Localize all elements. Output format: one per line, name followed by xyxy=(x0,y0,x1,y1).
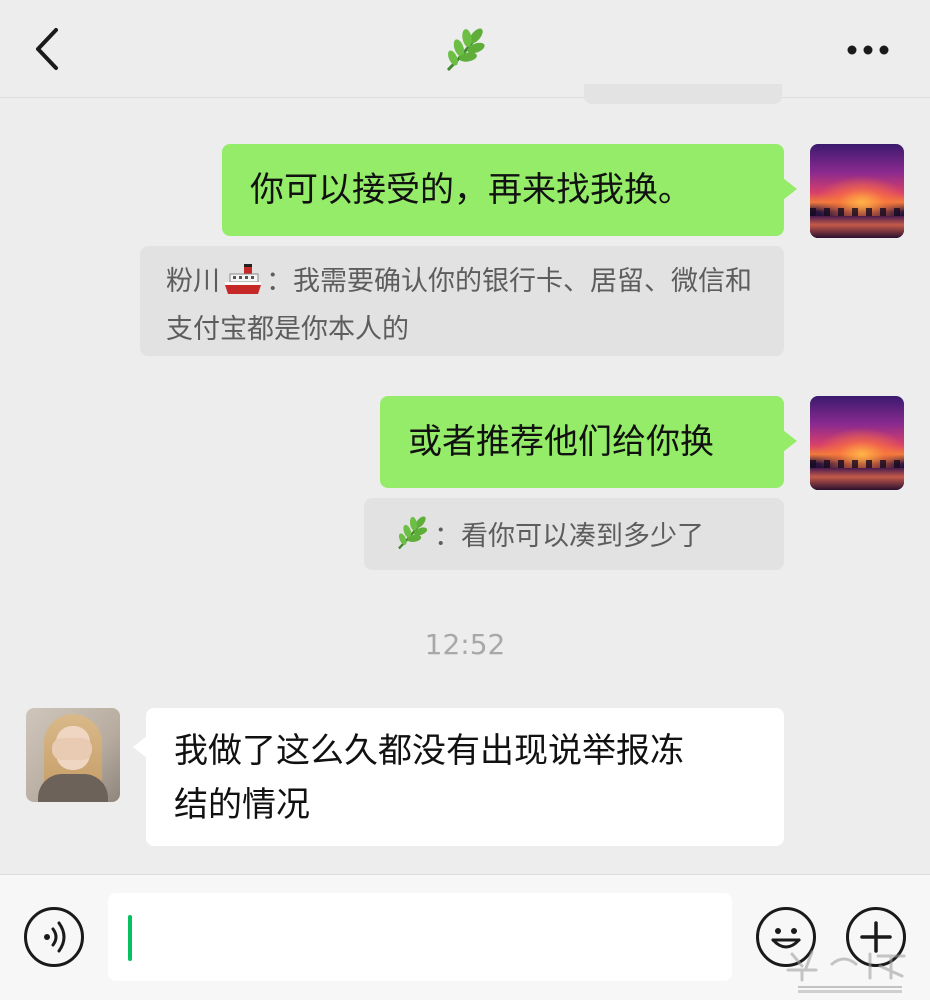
sunset-avatar[interactable] xyxy=(810,396,904,490)
leaf-emoji-icon xyxy=(440,24,490,76)
quoted-message[interactable]: 粉川 ：我需要确认你的银行卡、居留、微信和支付宝都是你本人的 xyxy=(140,246,784,356)
quote-sender: 粉川 xyxy=(166,266,220,297)
received-message-bubble[interactable]: 我做了这么久都没有出现说举报冻 结的情况 xyxy=(133,708,784,846)
chat-header xyxy=(0,0,930,98)
leaf-emoji-icon xyxy=(392,513,432,565)
ship-emoji-icon xyxy=(222,262,264,310)
chevron-left-icon xyxy=(36,28,58,70)
message-input[interactable] xyxy=(108,893,732,981)
message-text: 或者推荐他们给你换 xyxy=(408,422,714,462)
quoted-message[interactable]: ：看你可以凑到多少了 xyxy=(364,498,784,570)
back-button[interactable] xyxy=(30,26,70,72)
sent-message-bubble[interactable]: 或者推荐他们给你换 xyxy=(380,396,797,488)
more-dots-icon xyxy=(847,45,889,55)
message-text: 你可以接受的，再来找我换。 xyxy=(250,170,692,210)
partially-hidden-quote xyxy=(584,84,782,104)
quote-text: ：看你可以凑到多少了 xyxy=(434,521,704,552)
girl-avatar[interactable] xyxy=(26,708,120,802)
voice-button[interactable] xyxy=(24,907,84,967)
message-text-line: 结的情况 xyxy=(174,785,310,825)
voice-icon xyxy=(44,921,66,953)
watermark-logo xyxy=(780,946,920,996)
sunset-avatar[interactable] xyxy=(810,144,904,238)
sent-message-bubble[interactable]: 你可以接受的，再来找我换。 xyxy=(222,144,797,236)
text-caret xyxy=(128,915,132,961)
message-text-line: 我做了这么久都没有出现说举报冻 xyxy=(174,731,684,771)
more-button[interactable] xyxy=(840,30,896,70)
timestamp: 12:52 xyxy=(424,628,506,661)
